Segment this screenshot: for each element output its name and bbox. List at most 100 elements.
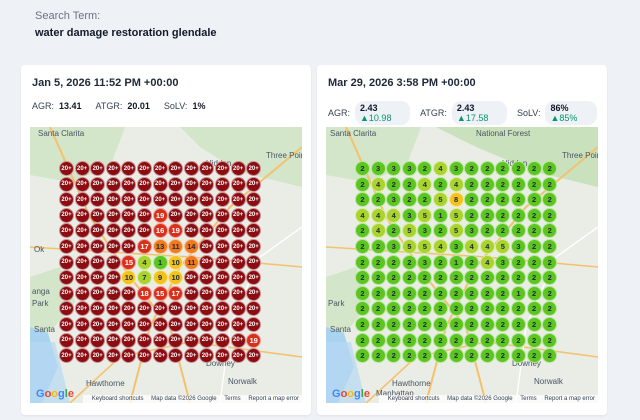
rank-pin[interactable]: 2 (433, 176, 448, 192)
rank-pin[interactable]: 2 (355, 161, 370, 176)
rank-pin[interactable]: 20+ (230, 239, 246, 254)
rank-map[interactable]: Santa Clarita National Forest Hidden Thr… (326, 127, 598, 403)
rank-pin[interactable]: 20+ (183, 161, 199, 176)
rank-pin[interactable]: 19 (152, 207, 168, 223)
report-map-error-link[interactable]: Report a map error (248, 396, 299, 402)
rank-pin[interactable]: 2 (526, 223, 542, 239)
rank-pin[interactable]: 20+ (152, 317, 168, 332)
rank-pin[interactable]: 4 (370, 207, 386, 223)
rank-pin[interactable]: 4 (448, 176, 464, 192)
rank-pin[interactable]: 20+ (230, 176, 246, 192)
rank-pin[interactable]: 2 (526, 207, 542, 223)
rank-pin[interactable]: 2 (401, 317, 417, 332)
terms-link[interactable]: Terms (520, 396, 536, 402)
rank-pin[interactable]: 20+ (121, 332, 137, 348)
rank-pin[interactable]: 20+ (230, 332, 246, 348)
rank-pin[interactable]: 20+ (121, 176, 137, 192)
rank-pin[interactable]: 20+ (90, 207, 106, 223)
rank-pin[interactable]: 2 (370, 317, 386, 332)
rank-pin[interactable]: 20+ (74, 176, 90, 192)
rank-pin[interactable]: 3 (511, 239, 526, 254)
rank-pin[interactable]: 2 (526, 317, 542, 332)
rank-pin[interactable]: 4 (355, 207, 370, 223)
rank-pin[interactable]: 2 (401, 332, 417, 348)
rank-pin[interactable]: 20+ (90, 332, 106, 348)
rank-pin[interactable]: 20+ (246, 176, 262, 192)
rank-pin[interactable]: 20+ (137, 317, 152, 332)
rank-pin[interactable]: 2 (526, 192, 542, 208)
rank-pin[interactable]: 20+ (215, 332, 230, 348)
rank-pin[interactable]: 20+ (90, 176, 106, 192)
rank-pin[interactable]: 20+ (152, 176, 168, 192)
rank-pin[interactable]: 2 (370, 285, 386, 301)
rank-pin[interactable]: 8 (448, 192, 464, 208)
rank-pin[interactable]: 2 (495, 332, 511, 348)
rank-pin[interactable]: 2 (479, 317, 495, 332)
rank-pin[interactable]: 3 (401, 161, 417, 176)
rank-pin[interactable]: 2 (401, 348, 417, 364)
rank-pin[interactable]: 20+ (152, 301, 168, 317)
rank-pin[interactable]: 2 (401, 285, 417, 301)
rank-pin[interactable]: 4 (433, 161, 448, 176)
rank-pin[interactable]: 20+ (168, 207, 184, 223)
rank-pin[interactable]: 10 (168, 254, 184, 270)
rank-pin[interactable]: 20+ (59, 176, 74, 192)
rank-map[interactable]: Santa Clarita Hidden Three Poin Hawthorn… (30, 127, 302, 403)
rank-pin[interactable]: 5 (448, 223, 464, 239)
rank-pin[interactable]: 2 (401, 270, 417, 286)
rank-pin[interactable]: 2 (542, 285, 558, 301)
rank-pin[interactable]: 20+ (183, 285, 199, 301)
keyboard-shortcuts-link[interactable]: Keyboard shortcuts (92, 396, 144, 402)
rank-pin[interactable]: 2 (542, 254, 558, 270)
rank-pin[interactable]: 2 (417, 332, 433, 348)
rank-pin[interactable]: 20+ (137, 332, 152, 348)
rank-pin[interactable]: 2 (464, 207, 480, 223)
rank-pin[interactable]: 20+ (74, 223, 90, 239)
rank-pin[interactable]: 20+ (183, 176, 199, 192)
rank-pin[interactable]: 20+ (74, 254, 90, 270)
rank-pin[interactable]: 3 (370, 161, 386, 176)
rank-pin[interactable]: 14 (183, 239, 199, 254)
rank-pin[interactable]: 2 (433, 317, 448, 332)
rank-pin[interactable]: 2 (542, 207, 558, 223)
rank-pin[interactable]: 20+ (59, 317, 74, 332)
rank-pin[interactable]: 20+ (74, 239, 90, 254)
rank-pin[interactable]: 4 (433, 239, 448, 254)
rank-pin[interactable]: 20+ (183, 192, 199, 208)
rank-pin[interactable]: 20+ (183, 207, 199, 223)
rank-pin[interactable]: 2 (355, 317, 370, 332)
rank-pin[interactable]: 20+ (230, 301, 246, 317)
rank-pin[interactable]: 2 (464, 332, 480, 348)
rank-pin[interactable]: 2 (370, 270, 386, 286)
rank-pin[interactable]: 20+ (59, 161, 74, 176)
rank-pin[interactable]: 15 (121, 254, 137, 270)
rank-pin[interactable]: 19 (246, 332, 262, 348)
rank-pin[interactable]: 20+ (59, 332, 74, 348)
rank-pin[interactable]: 20+ (215, 161, 230, 176)
rank-pin[interactable]: 2 (479, 207, 495, 223)
rank-pin[interactable]: 17 (137, 239, 152, 254)
rank-pin[interactable]: 20+ (137, 176, 152, 192)
rank-pin[interactable]: 2 (464, 176, 480, 192)
rank-pin[interactable]: 2 (511, 332, 526, 348)
rank-pin[interactable]: 13 (152, 239, 168, 254)
terms-link[interactable]: Terms (224, 396, 240, 402)
rank-pin[interactable]: 20+ (137, 207, 152, 223)
rank-pin[interactable]: 20+ (59, 207, 74, 223)
rank-pin[interactable]: 18 (137, 285, 152, 301)
rank-pin[interactable]: 20+ (246, 254, 262, 270)
rank-pin[interactable]: 2 (526, 270, 542, 286)
rank-pin[interactable]: 20+ (74, 285, 90, 301)
rank-pin[interactable]: 2 (479, 161, 495, 176)
rank-pin[interactable]: 2 (526, 161, 542, 176)
rank-pin[interactable]: 2 (355, 332, 370, 348)
rank-pin[interactable]: 1 (152, 254, 168, 270)
rank-pin[interactable]: 2 (386, 254, 402, 270)
rank-pin[interactable]: 2 (433, 254, 448, 270)
rank-pin[interactable]: 9 (152, 270, 168, 286)
rank-pin[interactable]: 2 (526, 176, 542, 192)
rank-pin[interactable]: 5 (448, 207, 464, 223)
rank-pin[interactable]: 20+ (105, 348, 121, 364)
rank-pin[interactable]: 4 (370, 176, 386, 192)
rank-pin[interactable]: 2 (370, 192, 386, 208)
